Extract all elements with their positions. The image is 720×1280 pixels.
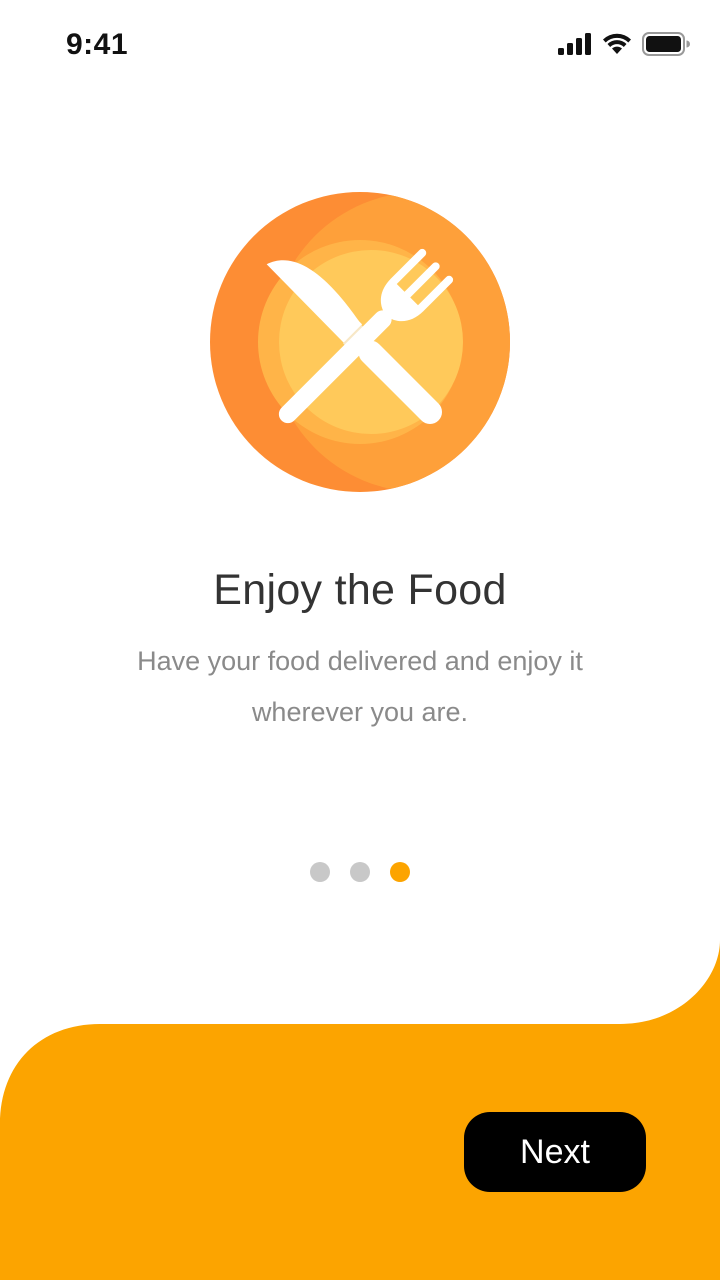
page-indicator <box>0 862 720 882</box>
onboarding-subtitle: Have your food delivered and enjoy it wh… <box>137 646 583 727</box>
status-icons <box>558 32 690 61</box>
signal-icon <box>558 33 592 60</box>
page-dot-1[interactable] <box>310 862 330 882</box>
status-time: 9:41 <box>66 28 129 61</box>
status-bar: 9:41 <box>0 0 720 90</box>
bottom-wave-background <box>0 940 720 1280</box>
page-dot-3-active[interactable] <box>390 862 410 882</box>
battery-icon <box>642 32 690 61</box>
onboarding-title: Enjoy the Food <box>213 566 507 614</box>
cutlery-plate-icon <box>209 191 511 493</box>
next-button[interactable]: Next <box>464 1112 646 1192</box>
wifi-icon <box>602 33 632 60</box>
page-dot-2[interactable] <box>350 862 370 882</box>
